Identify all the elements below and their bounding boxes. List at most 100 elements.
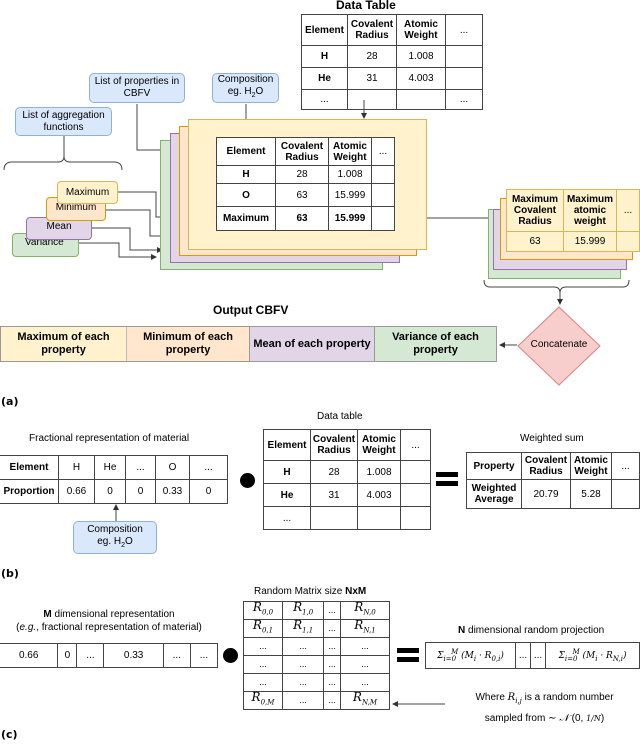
aggregation-label: Maximum xyxy=(65,187,110,198)
header-cell: Atomic Weight xyxy=(570,452,612,480)
output-title: Output CBFV xyxy=(213,303,289,317)
cell: Proportion xyxy=(0,479,59,504)
matrix-row: R0,0 R1,0... RN,0 xyxy=(243,601,391,620)
cell xyxy=(371,165,395,184)
equals-bar xyxy=(436,472,458,477)
cell: 63 xyxy=(275,206,329,231)
dot-product-icon xyxy=(223,648,238,663)
cell xyxy=(611,479,640,509)
table-row: 63 15.999 xyxy=(506,231,640,252)
matrix-cell: ... xyxy=(281,655,325,674)
data-table-top: Element Covalent Radius Atomic Weight ..… xyxy=(301,14,483,110)
segment-label: Mean of each property xyxy=(253,337,371,350)
table-row: ... xyxy=(263,506,431,530)
subtitle-rest: , fractional representation of material) xyxy=(36,622,202,633)
header-cell: Covalent Radius xyxy=(310,429,358,461)
weighted-title: Weighted sum xyxy=(520,433,584,444)
cell: ... xyxy=(162,643,191,668)
header-cell: Property xyxy=(466,452,522,480)
header-cell: ... xyxy=(400,429,431,461)
cell: O xyxy=(216,183,276,207)
title-rest: dimensional representation xyxy=(51,609,175,620)
subtitle: (e.g., fractional representation of mate… xyxy=(16,622,202,633)
data-table-b: Element Covalent Radius Atomic Weight ..… xyxy=(263,429,431,530)
composition-callout: Composition eg. H2O xyxy=(212,73,279,103)
table-row-maximum: Maximum 63 15.999 xyxy=(216,206,395,231)
equals-icon xyxy=(397,648,419,662)
header-cell: Element xyxy=(301,14,348,46)
matrix-cell: ... xyxy=(243,655,283,674)
table-row: Element H He ... O ... xyxy=(0,455,228,480)
data-table-b-title: Data table xyxy=(317,411,363,422)
table-row: He 31 4.003 xyxy=(263,483,431,507)
table-row: H 28 1.008 xyxy=(263,460,431,484)
matrix-cell: R0,0 xyxy=(243,601,283,620)
cell: H xyxy=(263,460,311,484)
matrix-row: ............ xyxy=(243,637,391,656)
fractional-title: Fractional representation of material xyxy=(29,433,190,444)
random-matrix: R0,0 R1,0... RN,0 R0,1 R1,1... RN,1..........… xyxy=(243,601,391,710)
equals-icon xyxy=(436,472,458,486)
cell: 15.999 xyxy=(328,183,372,207)
header-cell: Atomic Weight xyxy=(328,137,372,166)
cell: 31 xyxy=(310,483,358,507)
stack-table: Element Covalent Radius Atomic Weight ..… xyxy=(216,137,395,231)
cell xyxy=(400,460,431,484)
cell: H xyxy=(301,45,348,68)
callout-text: Composition xyxy=(87,523,143,535)
projection-vector: Σi=0M (Mi · R0,i) ... ... Σi=0M (Mi · RN… xyxy=(425,642,640,669)
matrix-cell: ... xyxy=(323,601,341,620)
matrix-cell: ... xyxy=(323,637,341,656)
random-note: Where Ri,j is a random number sampled fr… xyxy=(449,689,640,727)
output-segment-min: Minimum of each property xyxy=(126,327,249,361)
matrix-cell: ... xyxy=(281,691,325,710)
cell: 0.66 xyxy=(0,643,59,668)
table-row: He 31 4.003 xyxy=(301,67,483,90)
table-row: Proportion 0.66 0 0 0.33 0 xyxy=(0,479,228,504)
output-segment-variance: Variance of each property xyxy=(374,327,496,361)
header-cell: ... xyxy=(371,137,395,166)
segment-label: Variance of each property xyxy=(392,331,479,356)
note-line-2: sampled from ∼ 𝒩 (0, 1/N) xyxy=(484,713,605,724)
title-bold: NxM xyxy=(345,586,367,597)
table-row: H 28 1.008 xyxy=(301,45,483,68)
projection-title: N dimensional random projection xyxy=(458,625,604,636)
projection-cell-last: Σi=0M (Mi · RN,i) xyxy=(545,642,640,669)
matrix-cell: ... xyxy=(339,637,391,656)
cell xyxy=(371,206,395,231)
callout-text: eg. H2O xyxy=(97,536,133,552)
matrix-cell: R1,0 xyxy=(281,601,325,620)
callout-text: List of properties in CBFV xyxy=(94,76,180,99)
cell: Weighted Average xyxy=(466,479,522,509)
matrix-row: R0,M...... RN,M xyxy=(243,691,391,710)
table-row: Σi=0M (Mi · R0,i) ... ... Σi=0M (Mi · RN… xyxy=(425,642,640,669)
output-segment-mean: Mean of each property xyxy=(249,327,374,361)
matrix-cell: ... xyxy=(323,673,341,692)
aggregation-label: Mean xyxy=(46,221,72,232)
panel-label-c: (c) xyxy=(1,728,18,741)
projection-cell-first: Σi=0M (Mi · R0,i) xyxy=(425,642,516,669)
cell: ... xyxy=(189,643,219,668)
cell: 1.008 xyxy=(328,165,372,184)
matrix-row: R0,1 R1,1... RN,1 xyxy=(243,619,391,638)
table-row: O 63 15.999 xyxy=(216,183,395,207)
cell: He xyxy=(263,483,311,507)
callout-text-part: eg. H xyxy=(97,535,122,547)
matrix-cell: RN,0 xyxy=(339,601,391,620)
output-cbfv-bar: Maximum of each property Minimum of each… xyxy=(0,326,497,362)
title-rest: dimensional random projection xyxy=(465,625,605,636)
segment-label: Maximum of each property xyxy=(17,331,110,356)
composition-callout-b: Composition eg. H2O xyxy=(73,521,157,554)
header-cell: ... xyxy=(616,189,640,232)
cell: 0.66 xyxy=(58,479,95,504)
header-cell: Element xyxy=(263,429,311,461)
m-repr-vector: 0.66 0 ... 0.33 ... ... xyxy=(0,643,219,668)
weighted-table: Property Covalent Radius Atomic Weight .… xyxy=(466,452,640,509)
note-line-1: Where Ri,j is a random number xyxy=(475,692,614,705)
concatenate-node: Concatenate xyxy=(517,306,601,386)
cell: Maximum xyxy=(216,206,276,231)
cell: 0.33 xyxy=(155,479,190,504)
matrix-cell: ... xyxy=(323,619,341,638)
table-row: ... ... xyxy=(301,89,483,110)
cell: H xyxy=(58,455,95,480)
